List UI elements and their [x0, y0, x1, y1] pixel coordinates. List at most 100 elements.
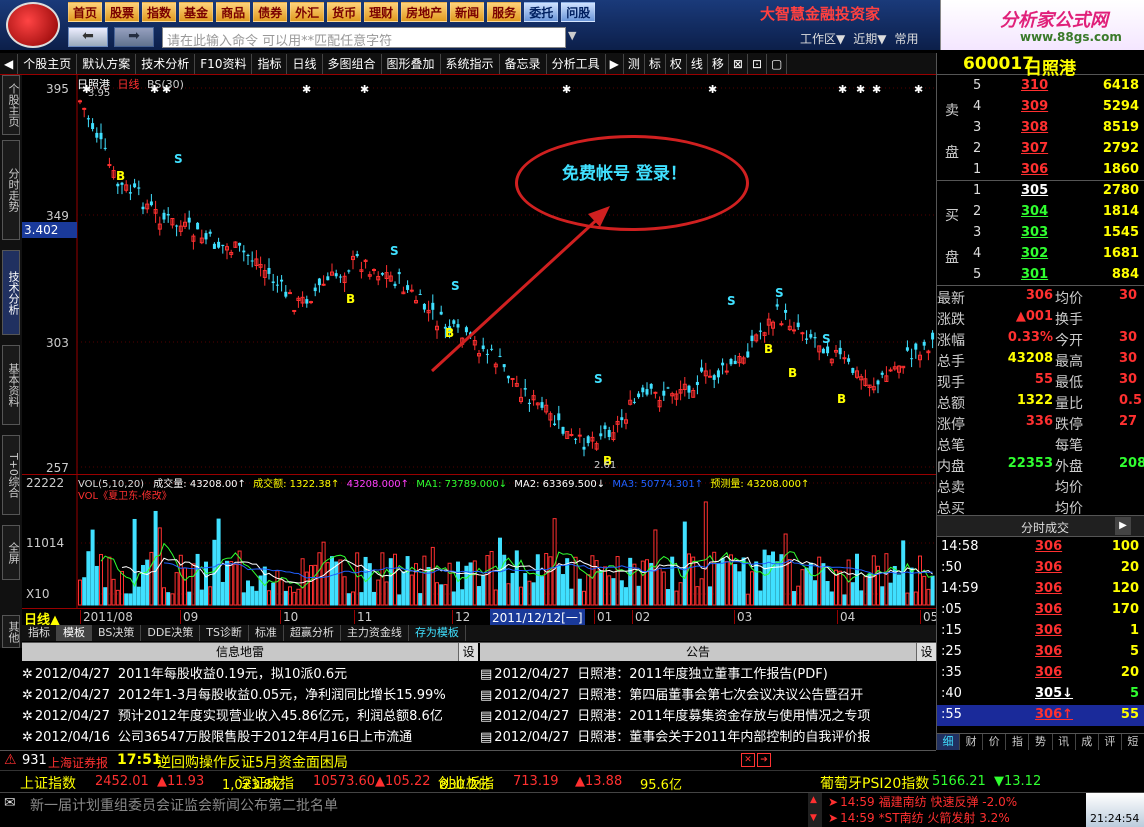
alert-row[interactable]: ➤ 14:59 福建南纺 快速反弹 -2.0% [828, 793, 1017, 810]
toolbar-item-1[interactable]: 默认方案 [77, 53, 137, 74]
announcement-settings-button[interactable]: 设 [916, 643, 936, 661]
toolbar-item-13[interactable]: 权 [666, 53, 687, 74]
info_right-row[interactable]: ▤ 2012/04/27 日照港：2011年度独立董事工作报告(PDF) [480, 663, 936, 684]
info-mine-settings-button[interactable]: 设 [458, 643, 478, 661]
menu-item-11[interactable]: 服务 [487, 2, 522, 22]
login-annotation[interactable]: 免费帐号 登录！ [562, 159, 687, 184]
toolbar-item-4[interactable]: 指标 [252, 53, 288, 74]
toolbar-item-6[interactable]: 多图组合 [323, 53, 382, 74]
menu-item-8[interactable]: 理财 [364, 2, 399, 22]
buy-row[interactable]: 5 301 884 [937, 265, 1144, 286]
info_right-row[interactable]: ▤ 2012/04/27 日照港：董事会关于2011年内部控制的自我评价报 [480, 726, 936, 747]
left-tab-4[interactable]: T+0综合 [2, 435, 20, 515]
toolbar-item-5[interactable]: 日线 [287, 53, 323, 74]
kline-chart[interactable]: 395 349 303 257 B S B S B S S B S B S B S B ✱ ✱ ✱ ✱ ✱ ✱ ✱ ✱ ✱ ✱ ✱ 3.9… [22, 75, 936, 475]
left-tab-5[interactable]: 全屏 [2, 525, 20, 580]
buy-row[interactable]: 1 305 2780 [937, 181, 1144, 202]
right-nav-1[interactable]: 近期▼ [853, 30, 886, 47]
toolbar-item-0[interactable]: 个股主页 [18, 53, 78, 74]
toolbar-item-2[interactable]: 技术分析 [136, 53, 196, 74]
info_left-row[interactable]: ✲ 2012/04/27 2011年每股收益0.19元，拟10派0.6元 [22, 663, 478, 684]
menu-item-6[interactable]: 外汇 [290, 2, 325, 22]
toolbar-item-15[interactable]: 移 [708, 53, 729, 74]
alert-row[interactable]: ➤ 14:59 *ST南纺 火箭发射 3.2% [828, 809, 1010, 826]
indicator-tab-0[interactable]: 指标 [22, 625, 57, 641]
indicator-tab-3[interactable]: DDE决策 [141, 625, 201, 641]
indicator-tab-4[interactable]: TS诊断 [200, 625, 249, 641]
quote-tab-8[interactable]: 短 [1122, 734, 1144, 750]
back-arrow-icon[interactable]: ⬅ [68, 27, 108, 47]
buy-row[interactable]: 3 303 1545 [937, 223, 1144, 244]
app-logo[interactable] [6, 2, 60, 48]
indicator-tab-7[interactable]: 主力资金线 [341, 625, 409, 641]
toolbar-item-9[interactable]: 备忘录 [500, 53, 547, 74]
scroll-up-icon[interactable]: ▲ [810, 795, 817, 805]
menu-item-3[interactable]: 基金 [179, 2, 214, 22]
menu-item-1[interactable]: 股票 [105, 2, 140, 22]
menu-item-10[interactable]: 新闻 [450, 2, 485, 22]
toolbar-right-arrow-icon[interactable]: ▶ [606, 53, 624, 74]
quote-tab-7[interactable]: 评 [1099, 734, 1122, 750]
news-ticker[interactable]: ⚠ 931 上海证券报 17:51 逆回购操作反证5月资金面困局 ✕ ➔ [0, 750, 936, 771]
index-name-2[interactable]: 创业板指 [438, 773, 494, 793]
left-tab-0[interactable]: 个股主页 [2, 75, 20, 135]
info_left-row[interactable]: ✲ 2012/04/27 预计2012年度实现营业收入45.86亿元，利润总额8.6… [22, 705, 478, 726]
menu-item-4[interactable]: 商品 [216, 2, 251, 22]
sell-row[interactable]: 1 306 1860 [937, 160, 1144, 181]
quote-tab-3[interactable]: 指 [1006, 734, 1030, 750]
sell-row[interactable]: 2 307 2792 [937, 139, 1144, 160]
toolbar-left-arrow-icon[interactable]: ◀ [0, 53, 19, 74]
mail-icon[interactable]: ✉ [4, 795, 16, 811]
toolbar-window-icon-2[interactable]: ▢ [767, 53, 788, 74]
index-name-3[interactable]: 葡萄牙PSI20指数 [820, 773, 929, 793]
toolbar-item-12[interactable]: 标 [645, 53, 666, 74]
left-tab-2[interactable]: 技术分析 [2, 250, 20, 335]
toolbar-item-10[interactable]: 分析工具 [547, 53, 606, 74]
expand-icon[interactable]: ➔ [757, 753, 771, 767]
toolbar-item-11[interactable]: 测 [624, 53, 645, 74]
forward-arrow-icon[interactable]: ➡ [114, 27, 154, 47]
info_left-row[interactable]: ✲ 2012/04/27 2012年1-3月每股收益0.05元，净利润同比增长15.… [22, 684, 478, 705]
index-name-0[interactable]: 上证指数 [20, 773, 76, 793]
toolbar-item-3[interactable]: F10资料 [195, 53, 253, 74]
info_right-row[interactable]: ▤ 2012/04/27 日照港：2011年度募集资金存放与使用情况之专项 [480, 705, 936, 726]
quote-tab-2[interactable]: 价 [983, 734, 1007, 750]
menu-item-2[interactable]: 指数 [142, 2, 177, 22]
sell-row[interactable]: 4 309 5294 [937, 97, 1144, 118]
indicator-tab-5[interactable]: 标准 [249, 625, 284, 641]
left-tab-1[interactable]: 分时走势 [2, 140, 20, 240]
info_left-row[interactable]: ✲ 2012/04/16 公司36547万股限售股于2012年4月16日上市流通 [22, 726, 478, 747]
close-icon[interactable]: ✕ [741, 753, 755, 767]
ticks-expand-icon[interactable]: ▶ [1115, 517, 1131, 535]
quote-tab-1[interactable]: 财 [960, 734, 984, 750]
quote-tab-5[interactable]: 讯 [1053, 734, 1076, 750]
indicator-tab-2[interactable]: BS决策 [92, 625, 142, 641]
buy-row[interactable]: 4 302 1681 [937, 244, 1144, 265]
toolbar-item-8[interactable]: 系统指示 [441, 53, 500, 74]
right-nav-2[interactable]: 常用 [894, 30, 918, 47]
toolbar-window-icon-0[interactable]: ⊠ [729, 53, 748, 74]
quote-tab-4[interactable]: 势 [1029, 734, 1053, 750]
indicator-tab-8[interactable]: 存为模板 [409, 625, 466, 641]
scroll-down-icon[interactable]: ▼ [810, 813, 817, 823]
menu-item-12[interactable]: 委托 [524, 2, 559, 22]
menu-item-9[interactable]: 房地产 [401, 2, 448, 22]
command-input[interactable]: 请在此输入命令 可以用**匹配任意字符 [162, 27, 566, 49]
left-tab-3[interactable]: 基本资料 [2, 345, 20, 425]
toolbar-window-icon-1[interactable]: ⊡ [748, 53, 768, 74]
menu-item-13[interactable]: 问股 [561, 2, 596, 22]
menu-item-7[interactable]: 货币 [327, 2, 362, 22]
sell-row[interactable]: 3 308 8519 [937, 118, 1144, 139]
indicator-tab-1[interactable]: 模板 [57, 625, 92, 641]
quote-tab-0[interactable]: 细 [937, 734, 961, 750]
indicator-tab-6[interactable]: 超赢分析 [284, 625, 341, 641]
info_right-row[interactable]: ▤ 2012/04/27 日照港：第四届董事会第七次会议决议公告暨召开 [480, 684, 936, 705]
toolbar-item-14[interactable]: 线 [687, 53, 708, 74]
index-name-1[interactable]: 深证成指 [238, 773, 294, 793]
quote-tab-6[interactable]: 成 [1076, 734, 1099, 750]
menu-item-0[interactable]: 首页 [68, 2, 103, 22]
sell-row[interactable]: 5 310 6418 [937, 76, 1144, 97]
toolbar-item-7[interactable]: 图形叠加 [382, 53, 441, 74]
left-tab-6[interactable]: 其他 [2, 615, 20, 648]
right-nav-0[interactable]: 工作区▼ [800, 30, 845, 47]
